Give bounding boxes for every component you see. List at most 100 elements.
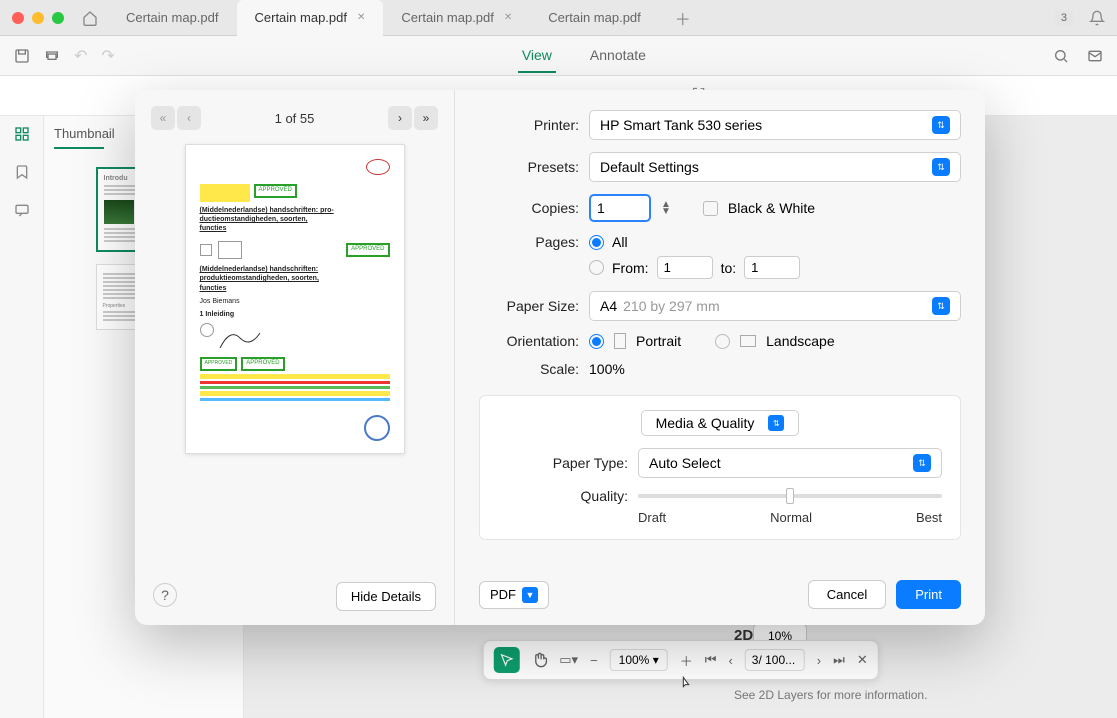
add-tab-button[interactable]: ＋ bbox=[665, 0, 701, 36]
main-toolbar: ↶ ↷ View Annotate bbox=[0, 36, 1117, 76]
first-page-icon[interactable]: ⏮ bbox=[705, 652, 717, 668]
pages-from-label: From: bbox=[612, 260, 649, 276]
close-toolbar-icon[interactable]: ✕ bbox=[857, 652, 868, 668]
orientation-label: Orientation: bbox=[479, 333, 579, 349]
tab-3[interactable]: Certain map.pdf bbox=[530, 0, 659, 36]
pages-range-radio[interactable] bbox=[589, 260, 604, 275]
pages-from-input[interactable] bbox=[657, 256, 713, 279]
quality-slider[interactable] bbox=[638, 494, 942, 498]
tab-label: Certain map.pdf bbox=[255, 10, 348, 25]
print-settings-panel: Printer: HP Smart Tank 530 series ⇅ Pres… bbox=[455, 90, 985, 625]
bookmark-icon[interactable] bbox=[14, 164, 30, 180]
pages-to-input[interactable] bbox=[744, 256, 800, 279]
print-button[interactable]: Print bbox=[896, 580, 961, 609]
zoom-in-button[interactable]: ＋ bbox=[680, 651, 693, 670]
print-preview-panel: « ‹ 1 of 55 › » APPROVED (Middelnederlan… bbox=[135, 90, 455, 625]
portrait-label: Portrait bbox=[636, 333, 681, 349]
papertype-label: Paper Type: bbox=[498, 455, 628, 471]
redo-icon[interactable]: ↷ bbox=[101, 46, 114, 66]
tab-0[interactable]: Certain map.pdf bbox=[108, 0, 237, 36]
mail-icon[interactable] bbox=[1087, 48, 1103, 64]
tabs-row: Certain map.pdf Certain map.pdf ✕ Certain… bbox=[108, 0, 1055, 36]
pdf-dropdown-button[interactable]: PDF ▼ bbox=[479, 581, 549, 609]
preview-nav: « ‹ 1 of 55 › » bbox=[151, 106, 438, 130]
preview-section: 1 Inleiding bbox=[200, 310, 390, 319]
zoom-level[interactable]: 100% ▾ bbox=[610, 649, 668, 671]
prev-page-icon[interactable]: ‹ bbox=[728, 653, 732, 668]
undo-icon[interactable]: ↶ bbox=[74, 46, 87, 66]
preview-page-image: APPROVED (Middelnederlandse) handschrift… bbox=[185, 144, 405, 454]
printer-select[interactable]: HP Smart Tank 530 series ⇅ bbox=[589, 110, 961, 140]
preview-author: Jos Biemans bbox=[200, 297, 390, 306]
left-rail bbox=[0, 116, 44, 718]
updown-icon: ⇅ bbox=[932, 116, 950, 134]
printer-label: Printer: bbox=[479, 117, 579, 133]
page-layout-dropdown-icon[interactable]: ▭▾ bbox=[559, 652, 578, 668]
tab-1[interactable]: Certain map.pdf ✕ bbox=[237, 0, 384, 36]
landscape-label: Landscape bbox=[766, 333, 835, 349]
stamp-approved-2: APPROVED bbox=[346, 243, 389, 257]
search-icon[interactable] bbox=[1053, 48, 1069, 64]
hand-tool-icon[interactable] bbox=[531, 652, 547, 668]
help-button[interactable]: ? bbox=[153, 583, 177, 607]
quality-normal-label: Normal bbox=[770, 510, 812, 525]
select-tool-icon[interactable] bbox=[493, 647, 519, 673]
next-preview-page-button[interactable]: › bbox=[388, 106, 412, 130]
zoom-value: 100% bbox=[619, 653, 650, 667]
thumb-image-icon bbox=[104, 200, 134, 224]
page-input[interactable] bbox=[745, 649, 805, 671]
save-icon[interactable] bbox=[14, 48, 30, 64]
copies-label: Copies: bbox=[479, 200, 579, 216]
papersize-select[interactable]: A4210 by 297 mm ⇅ bbox=[589, 291, 961, 321]
quality-best-label: Best bbox=[916, 510, 942, 525]
thumbnails-icon[interactable] bbox=[14, 126, 30, 142]
last-page-icon[interactable]: ⏭ bbox=[833, 652, 845, 668]
media-quality-dropdown[interactable]: Media & Quality ⇅ bbox=[641, 410, 800, 436]
slider-thumb[interactable] bbox=[786, 488, 794, 504]
stamp-approved-3: APPROVED bbox=[241, 357, 284, 371]
preview-doc-title-2: (Middelnederlandse) handschriften: produ… bbox=[200, 265, 390, 292]
sidebar-underline bbox=[54, 147, 104, 149]
next-page-icon[interactable]: › bbox=[817, 653, 821, 668]
annotate-tab[interactable]: Annotate bbox=[586, 39, 650, 73]
chevron-down-icon: ▼ bbox=[522, 587, 538, 603]
zoom-out-button[interactable]: − bbox=[590, 653, 598, 668]
first-preview-page-button[interactable]: « bbox=[151, 106, 175, 130]
cancel-button[interactable]: Cancel bbox=[808, 580, 886, 609]
bw-label: Black & White bbox=[728, 200, 815, 216]
prev-preview-page-button[interactable]: ‹ bbox=[177, 106, 201, 130]
bell-icon[interactable] bbox=[1089, 10, 1105, 26]
comments-icon[interactable] bbox=[14, 202, 30, 218]
tab-2[interactable]: Certain map.pdf ✕ bbox=[383, 0, 530, 36]
bw-checkbox[interactable] bbox=[703, 201, 718, 216]
papersize-value: A4 bbox=[600, 298, 617, 314]
hide-details-button[interactable]: Hide Details bbox=[336, 582, 436, 611]
print-icon[interactable] bbox=[44, 48, 60, 64]
updown-icon: ⇅ bbox=[932, 297, 950, 315]
traffic-lights bbox=[12, 12, 64, 24]
printer-value: HP Smart Tank 530 series bbox=[600, 117, 762, 133]
landscape-radio[interactable] bbox=[715, 334, 730, 349]
view-tab[interactable]: View bbox=[518, 39, 556, 73]
copies-input[interactable] bbox=[589, 194, 651, 222]
quality-label: Quality: bbox=[498, 488, 628, 504]
close-tab-icon[interactable]: ✕ bbox=[357, 12, 365, 23]
layers-hint-text: See 2D Layers for more information. bbox=[734, 688, 927, 702]
portrait-radio[interactable] bbox=[589, 334, 604, 349]
home-icon[interactable] bbox=[82, 10, 98, 26]
print-dialog-footer: PDF ▼ Cancel Print bbox=[479, 580, 961, 609]
notification-badge[interactable]: 3 bbox=[1055, 10, 1073, 26]
close-tab-icon[interactable]: ✕ bbox=[504, 12, 512, 23]
maximize-window-button[interactable] bbox=[52, 12, 64, 24]
copies-stepper[interactable]: ▲▼ bbox=[661, 201, 671, 215]
close-window-button[interactable] bbox=[12, 12, 24, 24]
pages-all-radio[interactable] bbox=[589, 235, 604, 250]
media-quality-label: Media & Quality bbox=[656, 415, 755, 431]
last-preview-page-button[interactable]: » bbox=[414, 106, 438, 130]
portrait-icon bbox=[614, 333, 626, 349]
stamp-approved: APPROVED bbox=[254, 184, 297, 198]
tab-label: Certain map.pdf bbox=[401, 10, 494, 25]
presets-select[interactable]: Default Settings ⇅ bbox=[589, 152, 961, 182]
papertype-select[interactable]: Auto Select ⇅ bbox=[638, 448, 942, 478]
minimize-window-button[interactable] bbox=[32, 12, 44, 24]
